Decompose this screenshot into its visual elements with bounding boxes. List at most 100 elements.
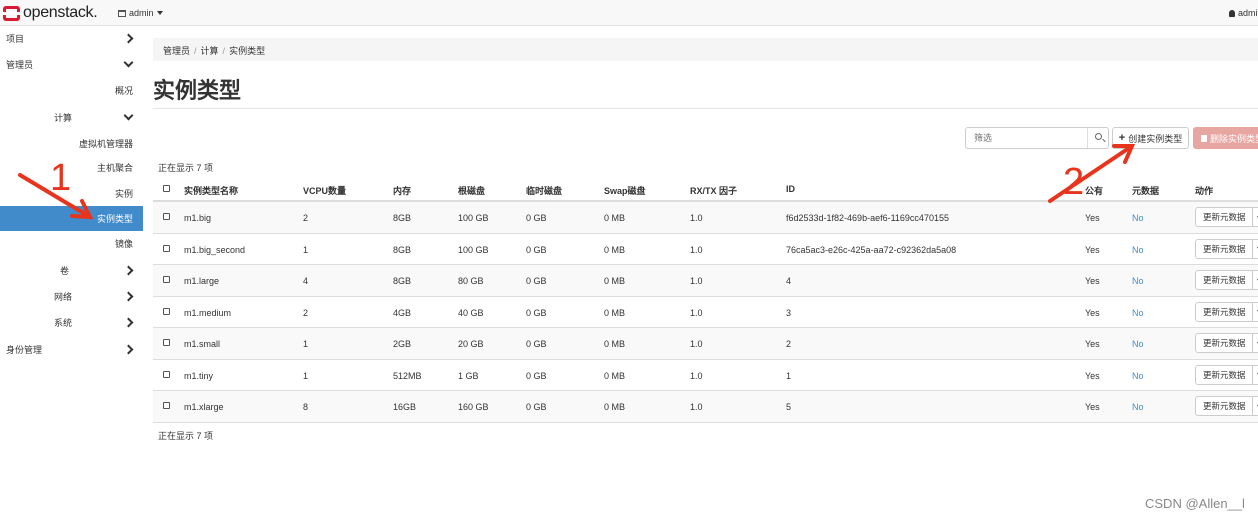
row-checkbox[interactable] xyxy=(163,276,170,283)
search-icon[interactable] xyxy=(1095,133,1102,140)
flavor-name: m1.large xyxy=(184,276,220,286)
sidebar-item-instances[interactable]: 实例 xyxy=(0,181,143,206)
row-checkbox[interactable] xyxy=(163,370,170,378)
column-header-root-disk[interactable]: 根磁盘 xyxy=(458,184,485,197)
rxtx-value: 1.0 xyxy=(690,339,703,349)
ram-value: 8GB xyxy=(393,244,412,255)
row-checkbox[interactable] xyxy=(163,402,170,409)
table-row: m1.tiny 1 512MB 1 GB 0 GB 0 MB 1.0 1 Yes… xyxy=(153,360,1258,391)
openstack-logo-icon xyxy=(2,5,23,21)
column-header-name[interactable]: 实例类型名称 xyxy=(184,184,238,197)
flavor-id: 76ca5ac3-e26c-425a-aa72-c92362da5a08 xyxy=(786,244,957,255)
project-icon xyxy=(118,9,126,17)
column-header-ram[interactable]: 内存 xyxy=(393,184,411,197)
user-menu[interactable]: admi xyxy=(1229,8,1258,18)
sidebar-item-label: 项目 xyxy=(6,34,25,44)
update-metadata-button[interactable]: 更新元数据 xyxy=(1195,333,1258,353)
update-metadata-button[interactable]: 更新元数据 xyxy=(1195,364,1258,385)
update-metadata-button[interactable]: 更新元数据 xyxy=(1195,238,1258,259)
filter-input[interactable] xyxy=(966,128,1081,148)
flavors-table: 实例类型名称 VCPU数量 内存 根磁盘 临时磁盘 Swap磁盘 RX/TX 因… xyxy=(153,176,1258,423)
sidebar-item-network[interactable]: 网络 xyxy=(0,284,143,309)
public-value: Yes xyxy=(1085,213,1100,223)
row-checkbox[interactable] xyxy=(163,307,170,315)
sidebar-item-flavors[interactable]: 实例类型 xyxy=(0,206,143,231)
table-row: m1.big_second 1 8GB 100 GB 0 GB 0 MB 1.0… xyxy=(153,234,1258,265)
actions-dropdown-toggle[interactable] xyxy=(1252,271,1258,289)
flavor-name: m1.medium xyxy=(184,307,232,318)
plus-icon: + xyxy=(1118,132,1126,144)
select-all-checkbox[interactable] xyxy=(163,185,170,192)
breadcrumb-item[interactable]: 管理员 xyxy=(163,46,190,56)
actions-dropdown-toggle[interactable] xyxy=(1252,239,1258,258)
column-header-id[interactable]: ID xyxy=(786,184,795,194)
rxtx-value: 1.0 xyxy=(690,402,703,412)
actions-dropdown-toggle[interactable] xyxy=(1252,334,1258,352)
vcpu-value: 1 xyxy=(303,244,309,255)
sidebar-item-system[interactable]: 系统 xyxy=(0,310,143,335)
column-header-public[interactable]: 公有 xyxy=(1085,184,1103,197)
item-count-top: 正在显示 7 项 xyxy=(158,163,214,173)
update-metadata-label: 更新元数据 xyxy=(1203,338,1246,348)
metadata-link[interactable]: No xyxy=(1132,276,1144,286)
trash-icon xyxy=(1201,134,1207,142)
ram-value: 2GB xyxy=(393,339,412,349)
metadata-link[interactable]: No xyxy=(1132,245,1144,255)
flavor-name: m1.big_second xyxy=(184,244,246,255)
column-header-vcpu[interactable]: VCPU数量 xyxy=(303,184,346,197)
swap-disk-value: 0 MB xyxy=(604,370,626,381)
sidebar-item-host-aggregates[interactable]: 主机聚合 xyxy=(0,155,143,180)
flavor-name: m1.xlarge xyxy=(184,402,224,412)
actions-dropdown-toggle[interactable] xyxy=(1252,365,1258,384)
sidebar-item-label: 身份管理 xyxy=(6,345,43,355)
update-metadata-button[interactable]: 更新元数据 xyxy=(1195,207,1258,227)
row-checkbox[interactable] xyxy=(163,213,170,220)
sidebar-item-overview[interactable]: 概况 xyxy=(0,78,143,103)
column-header-metadata[interactable]: 元数据 xyxy=(1132,184,1159,197)
sidebar-item-project[interactable]: 项目 xyxy=(0,26,143,51)
root-disk-value: 160 GB xyxy=(458,402,489,412)
actions-dropdown-toggle[interactable] xyxy=(1252,397,1258,415)
metadata-link[interactable]: No xyxy=(1132,213,1144,223)
metadata-link[interactable]: No xyxy=(1132,402,1144,412)
metadata-link[interactable]: No xyxy=(1132,308,1144,318)
metadata-link[interactable]: No xyxy=(1132,339,1144,349)
column-header-ephemeral-disk[interactable]: 临时磁盘 xyxy=(526,184,562,197)
sidebar-item-admin[interactable]: 管理员 xyxy=(0,52,143,77)
vcpu-value: 8 xyxy=(303,402,309,412)
sidebar-item-images[interactable]: 镜像 xyxy=(0,231,143,256)
flavor-id: 3 xyxy=(786,307,792,318)
update-metadata-label: 更新元数据 xyxy=(1203,306,1246,317)
title-divider xyxy=(153,108,1258,109)
column-header-rxtx[interactable]: RX/TX 因子 xyxy=(690,184,737,197)
sidebar-item-volumes[interactable]: 卷 xyxy=(0,258,143,283)
project-selector[interactable]: admin xyxy=(118,8,163,18)
page-title: 实例类型 xyxy=(153,78,242,103)
ephemeral-disk-value: 0 GB xyxy=(526,339,547,349)
breadcrumb-item[interactable]: 计算 xyxy=(201,46,219,56)
sidebar-item-compute[interactable]: 计算 xyxy=(0,105,143,130)
openstack-logo[interactable]: openstack. xyxy=(2,4,98,22)
sidebar-item-label: 网络 xyxy=(54,292,73,302)
filter-box xyxy=(965,127,1109,149)
public-value: Yes xyxy=(1085,402,1100,412)
public-value: Yes xyxy=(1085,307,1100,318)
update-metadata-button[interactable]: 更新元数据 xyxy=(1195,396,1258,416)
create-flavor-button[interactable]: + 创建实例类型 xyxy=(1112,127,1189,149)
update-metadata-button[interactable]: 更新元数据 xyxy=(1195,301,1258,322)
delete-flavor-label: 删除实例类型 xyxy=(1210,133,1258,144)
column-header-swap-disk[interactable]: Swap磁盘 xyxy=(604,184,646,197)
row-checkbox[interactable] xyxy=(163,244,170,252)
sidebar-item-hypervisors[interactable]: 虚拟机管理器 xyxy=(0,131,143,156)
ephemeral-disk-value: 0 GB xyxy=(526,276,547,286)
actions-dropdown-toggle[interactable] xyxy=(1252,208,1258,226)
sidebar-item-identity[interactable]: 身份管理 xyxy=(0,337,143,362)
column-header-actions: 动作 xyxy=(1195,186,1214,196)
delete-flavor-button[interactable]: 删除实例类型 xyxy=(1193,127,1258,149)
public-value: Yes xyxy=(1085,276,1100,286)
chevron-right-icon xyxy=(123,265,134,276)
actions-dropdown-toggle[interactable] xyxy=(1252,302,1258,321)
row-checkbox[interactable] xyxy=(163,339,170,346)
metadata-link[interactable]: No xyxy=(1132,371,1144,381)
update-metadata-button[interactable]: 更新元数据 xyxy=(1195,270,1258,290)
